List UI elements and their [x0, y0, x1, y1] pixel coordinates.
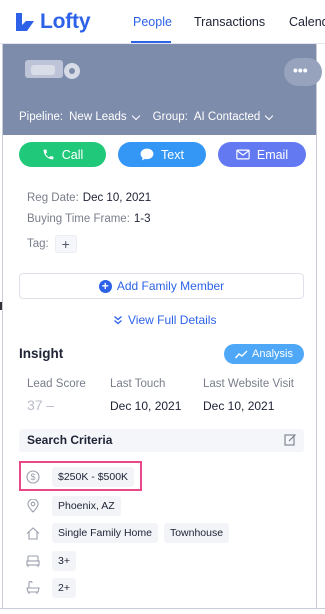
group-label: Group: — [152, 111, 188, 123]
lead-name-redacted-inner — [31, 65, 55, 75]
active-tab-indicator — [131, 41, 171, 43]
panel-right-border — [316, 44, 317, 609]
baths-row: 2+ — [26, 578, 82, 598]
last-website-visit-label: Last Website Visit — [203, 378, 294, 390]
beds-row: 3+ — [26, 551, 82, 571]
text-label: Text — [161, 147, 184, 162]
beds-chip: 3+ — [52, 551, 76, 571]
tab-calendar[interactable]: Calend — [289, 15, 325, 29]
reg-date-row: Reg Date: Dec 10, 2021 — [27, 192, 151, 204]
lofty-logo[interactable]: Lofty — [14, 10, 91, 34]
map-pin-icon — [26, 499, 40, 513]
status-badge — [64, 63, 80, 79]
chevron-down-icon[interactable] — [265, 111, 274, 120]
location-row: Phoenix, AZ — [26, 496, 127, 516]
property-type-row: Single Family Home Townhouse — [26, 523, 235, 543]
view-full-details-link[interactable]: View Full Details — [113, 313, 216, 327]
bed-icon — [26, 554, 40, 568]
panel-bottom-border — [0, 608, 325, 609]
email-button[interactable]: Email — [218, 142, 306, 167]
group-select[interactable]: AI Contacted — [194, 111, 260, 123]
tag-row: Tag: + — [27, 235, 77, 253]
brand-name: Lofty — [40, 10, 91, 33]
pipeline-label: Pipeline: — [19, 111, 64, 123]
email-label: Email — [256, 147, 289, 162]
lead-score-value: 37 – — [27, 397, 55, 413]
insight-title: Insight — [19, 346, 64, 361]
reg-date-value: Dec 10, 2021 — [82, 192, 152, 204]
baths-chip: 2+ — [52, 578, 76, 598]
house-icon — [26, 526, 40, 540]
price-range-highlight — [19, 461, 142, 491]
add-family-label: Add Family Member — [116, 279, 225, 293]
trend-line-icon — [235, 350, 248, 359]
add-family-member-button[interactable]: + Add Family Member — [19, 273, 304, 299]
top-nav: Lofty People Transactions Calend — [0, 0, 325, 44]
lofty-logo-icon — [14, 11, 36, 33]
pipeline-group-row: Pipeline: New Leads Group: AI Contacted — [19, 111, 274, 123]
text-button[interactable]: Text — [118, 142, 206, 167]
property-type-chip: Townhouse — [163, 523, 230, 543]
tab-people[interactable]: People — [133, 15, 172, 29]
add-tag-button[interactable]: + — [54, 235, 77, 253]
last-touch-value: Dec 10, 2021 — [110, 399, 182, 413]
chat-bubble-icon — [140, 148, 154, 161]
pipeline-select[interactable]: New Leads — [69, 111, 127, 123]
lead-score-label: Lead Score — [27, 378, 86, 390]
location-chip: Phoenix, AZ — [52, 496, 121, 516]
edge-marker — [0, 302, 2, 310]
analysis-label: Analysis — [252, 348, 293, 360]
tag-label: Tag: — [27, 238, 49, 251]
call-label: Call — [61, 147, 84, 162]
call-button[interactable]: Call — [19, 142, 106, 167]
envelope-icon — [236, 149, 250, 160]
edit-icon[interactable] — [284, 433, 297, 451]
phone-icon — [42, 148, 55, 161]
bathtub-icon — [26, 581, 40, 595]
view-full-details-label: View Full Details — [128, 313, 217, 327]
chevron-down-icon[interactable] — [131, 111, 140, 120]
property-type-chip: Single Family Home — [52, 523, 158, 543]
plus-circle-icon: + — [98, 279, 112, 293]
buying-time-value: 1-3 — [133, 213, 151, 225]
search-criteria-title: Search Criteria — [27, 433, 113, 447]
buying-time-row: Buying Time Frame: 1-3 — [27, 213, 151, 225]
reg-date-label: Reg Date: — [27, 192, 79, 204]
buying-time-label: Buying Time Frame: — [27, 213, 130, 225]
double-chevron-down-icon — [113, 315, 123, 325]
analysis-button[interactable]: Analysis — [224, 344, 304, 364]
search-criteria-header: Search Criteria — [19, 429, 304, 452]
more-options-button[interactable]: ••• — [284, 58, 322, 86]
last-touch-label: Last Touch — [110, 378, 166, 390]
last-website-visit-value: Dec 10, 2021 — [203, 399, 275, 413]
tab-transactions[interactable]: Transactions — [194, 15, 265, 29]
